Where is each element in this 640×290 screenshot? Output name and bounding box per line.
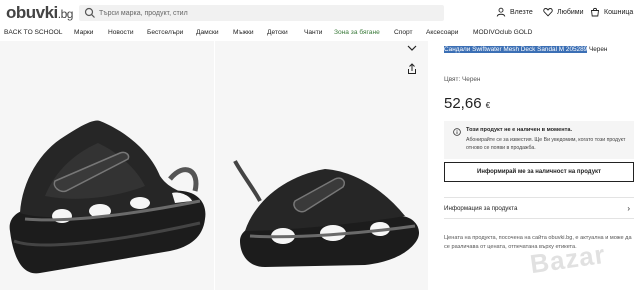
product-image-angle[interactable] <box>215 41 428 290</box>
notify-availability-button[interactable]: Информирай ме за наличност на продукт <box>444 162 634 182</box>
color-value: Черен <box>462 76 481 83</box>
product-info-accordion[interactable]: Информация за продукта › <box>444 197 634 219</box>
product-gallery <box>0 41 428 290</box>
nav-item-bags[interactable]: Чанти <box>304 29 322 36</box>
login-label: Влезте <box>510 8 533 16</box>
product-color: Цвят: Черен <box>444 76 480 83</box>
search-bar[interactable] <box>79 5 444 21</box>
logo-suffix: .bg <box>57 7 74 21</box>
chevron-down-icon[interactable] <box>406 43 418 53</box>
nav-item-modivo-club[interactable]: MODIVOclub GOLD <box>473 29 532 36</box>
nav-item-bestsellers[interactable]: Бестселъри <box>147 29 183 36</box>
cart-label: Кошница <box>604 8 634 16</box>
notice-text: Абонирайте се за известия. Ще Ви уведоми… <box>466 137 626 151</box>
chevron-right-icon: › <box>627 204 630 213</box>
product-title-rest: Черен <box>587 46 608 53</box>
nav-item-men[interactable]: Мъжки <box>233 29 254 36</box>
color-label: Цвят: <box>444 76 461 83</box>
notice-title: Този продукт не е наличен в момента. <box>466 127 573 133</box>
product-price: 52,66 € <box>444 95 490 112</box>
site-logo[interactable]: obuvki.bg <box>6 3 73 23</box>
info-icon <box>453 128 461 136</box>
nav-item-sport[interactable]: Спорт <box>394 29 413 36</box>
nav-item-running[interactable]: Зона за бягане <box>334 29 380 36</box>
logo-text: obuvki <box>6 3 58 22</box>
sandal-side-picture <box>9 120 206 274</box>
price-value: 52,66 <box>444 95 482 112</box>
share-icon[interactable] <box>406 63 418 75</box>
main-nav: BACK TO SCHOOL Марки Новости Бестселъри … <box>0 27 640 41</box>
search-input[interactable] <box>99 6 429 20</box>
heart-icon <box>543 8 553 17</box>
favorites-link[interactable]: Любими <box>543 7 584 17</box>
product-info-label: Информация за продукта <box>444 205 518 212</box>
nav-item-news[interactable]: Новости <box>108 29 134 36</box>
out-of-stock-notice: Този продукт не е наличен в момента. Або… <box>444 121 634 159</box>
nav-item-brands[interactable]: Марки <box>74 29 93 36</box>
favorites-label: Любими <box>557 8 584 16</box>
search-icon <box>84 7 95 18</box>
sandal-angle-picture <box>233 160 420 267</box>
login-link[interactable]: Влезте <box>496 7 533 17</box>
product-image-side[interactable] <box>0 41 214 290</box>
cart-icon <box>590 7 600 17</box>
top-header: obuvki.bg Влезте Любими Кошница <box>0 0 640 27</box>
nav-item-kids[interactable]: Детски <box>267 29 288 36</box>
nav-item-accessories[interactable]: Аксесоари <box>426 29 458 36</box>
cart-link[interactable]: Кошница <box>590 7 633 17</box>
nav-item-back-to-school[interactable]: BACK TO SCHOOL <box>4 29 62 36</box>
nav-item-women[interactable]: Дамски <box>196 29 219 36</box>
price-currency: € <box>485 101 491 110</box>
product-title: Сандали Swiftwater Mesh Deck Sandal M 20… <box>444 46 607 53</box>
product-title-selected: Сандали Swiftwater Mesh Deck Sandal M 20… <box>444 46 588 53</box>
user-icon <box>496 7 506 17</box>
